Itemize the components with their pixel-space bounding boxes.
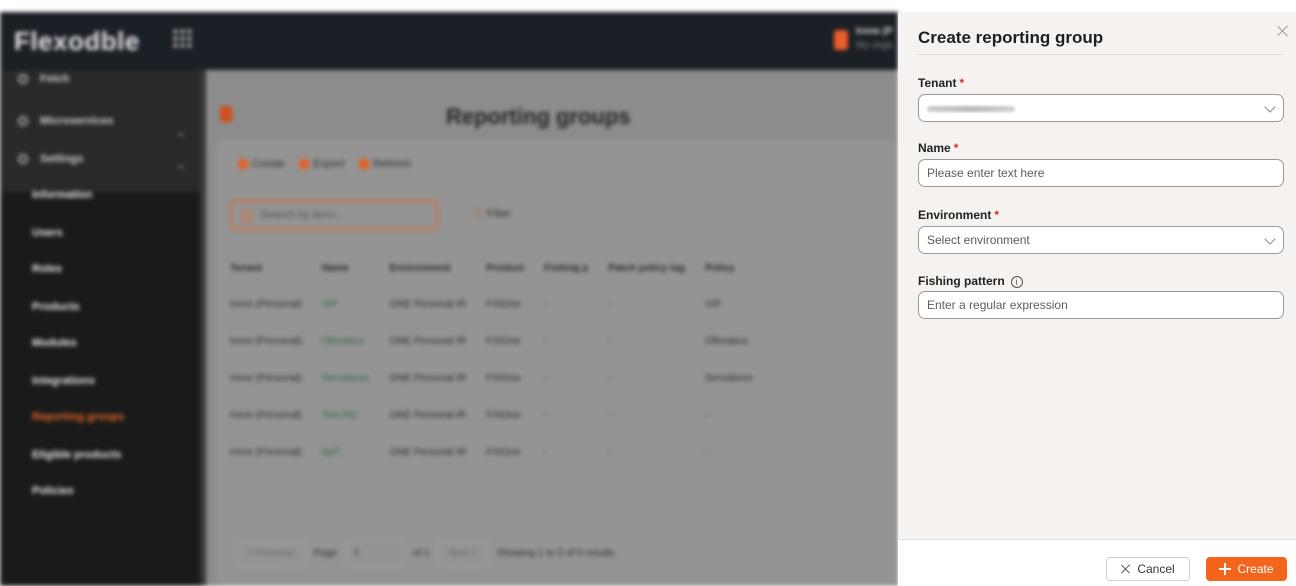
info-icon[interactable]: i — [1010, 276, 1023, 288]
create-reporting-group-drawer: Create reporting group Tenant* Name* Env… — [898, 12, 1296, 586]
environment-placeholder: Select environment — [927, 233, 1030, 247]
plus-icon — [1219, 563, 1232, 575]
fishing-pattern-label: Fishing pattern i — [918, 274, 1023, 288]
tenant-label-text: Tenant — [918, 76, 957, 90]
divider — [918, 54, 1282, 55]
name-input[interactable] — [918, 159, 1284, 187]
chevron-down-icon — [1264, 233, 1276, 245]
tenant-label: Tenant * — [918, 76, 964, 90]
drawer-title: Create reporting group — [918, 28, 1104, 47]
tenant-select[interactable] — [918, 94, 1284, 122]
cancel-button-label: Cancel — [1137, 562, 1175, 576]
environment-label: Environment * — [918, 208, 999, 222]
environment-label-text: Environment — [918, 208, 992, 222]
x-icon — [1121, 564, 1131, 574]
drawer-footer: Cancel Create — [898, 539, 1296, 586]
tenant-selected-value-redacted — [927, 106, 1015, 112]
close-icon[interactable] — [1276, 24, 1290, 38]
modal-backdrop[interactable] — [0, 12, 898, 586]
fishing-pattern-input[interactable] — [918, 291, 1284, 319]
fishing-pattern-label-text: Fishing pattern — [918, 274, 1005, 288]
required-mark: * — [994, 208, 1000, 222]
name-label-text: Name — [918, 141, 951, 155]
chevron-down-icon — [1264, 101, 1276, 113]
environment-select[interactable]: Select environment — [918, 226, 1284, 254]
required-mark: * — [953, 141, 959, 155]
create-button-label: Create — [1237, 562, 1274, 576]
create-button[interactable]: Create — [1206, 557, 1287, 581]
cancel-button[interactable]: Cancel — [1106, 557, 1190, 581]
required-mark: * — [959, 76, 965, 90]
name-label: Name * — [918, 141, 958, 155]
